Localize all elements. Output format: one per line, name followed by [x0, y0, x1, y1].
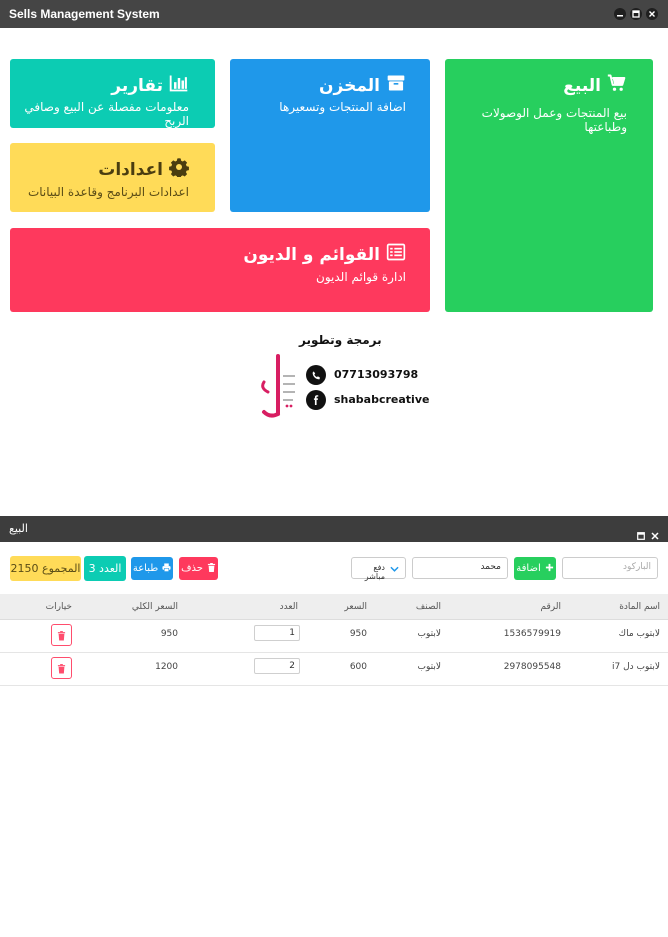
- header-name: اسم المادة: [619, 602, 660, 612]
- facebook-icon[interactable]: [306, 390, 326, 410]
- tile-sell-subtitle: بيع المنتجات وعمل الوصولات وطباعتها: [481, 106, 627, 134]
- delete-button[interactable]: حذف: [179, 557, 218, 580]
- trash-icon: [207, 562, 216, 575]
- header-category: الصنف: [415, 602, 441, 612]
- tile-debts-title-row: القوائم و الديون: [243, 242, 406, 267]
- header-total: السعر الكلي: [131, 602, 178, 612]
- cell-total: 1200: [155, 662, 178, 672]
- phone-number: 07713093798: [334, 368, 419, 381]
- sell-panel-title: البيع: [9, 522, 28, 535]
- quantity-input[interactable]: 1: [254, 625, 300, 641]
- panel-close-icon[interactable]: [651, 525, 659, 540]
- plus-icon: [545, 563, 554, 575]
- facebook-handle[interactable]: shababcreative: [334, 393, 429, 406]
- tile-settings-subtitle: اعدادات البرنامج وقاعدة البيانات: [27, 185, 189, 199]
- table-row: لابتوب دل i7 2978095548 لابتوب 600 2 120…: [0, 653, 668, 686]
- row-delete-button[interactable]: [51, 657, 72, 679]
- cell-number: 2978095548: [503, 662, 561, 672]
- header-price: السعر: [344, 602, 367, 612]
- window-title: Sells Management System: [9, 7, 160, 21]
- tile-debts[interactable]: القوائم و الديون ادارة قوائم الديون: [10, 228, 430, 312]
- tile-settings[interactable]: اعدادات اعدادات البرنامج وقاعدة البيانات: [10, 143, 215, 212]
- cell-category: لابتوب: [417, 662, 441, 672]
- printer-icon: [162, 562, 171, 575]
- panel-maximize-icon[interactable]: [637, 525, 645, 540]
- header-quantity: العدد: [279, 602, 298, 612]
- cell-name: لابتوب دل i7: [612, 662, 660, 672]
- delete-label: حذف: [181, 563, 203, 574]
- header-number: الرقم: [540, 602, 561, 612]
- trash-icon: [57, 626, 66, 645]
- tile-store-subtitle: اضافة المنتجات وتسعيرها: [279, 100, 406, 114]
- tile-sell[interactable]: البيع بيع المنتجات وعمل الوصولات وطباعته…: [445, 59, 653, 312]
- tile-sell-title: البيع: [563, 75, 601, 96]
- table-row: لابتوب ماك 1536579919 لابتوب 950 1 950: [0, 620, 668, 653]
- tile-store-title-row: المخزن: [319, 73, 406, 98]
- add-label: اضافة: [516, 563, 541, 574]
- gear-icon: [169, 157, 189, 182]
- print-label: طباعة: [132, 563, 159, 574]
- maximize-button[interactable]: [630, 8, 642, 20]
- cell-total: 950: [160, 629, 178, 639]
- cell-category: لابتوب: [417, 629, 441, 639]
- trash-icon: [57, 659, 66, 678]
- tile-store[interactable]: المخزن اضافة المنتجات وتسعيرها: [230, 59, 430, 212]
- cell-number: 1536579919: [503, 629, 561, 639]
- brand-logo: [256, 354, 298, 420]
- sell-panel-titlebar: البيع: [0, 516, 668, 542]
- barcode-field[interactable]: [562, 557, 658, 579]
- tile-debts-subtitle: ادارة قوائم الديون: [316, 270, 406, 284]
- list-icon: [386, 242, 406, 267]
- total-badge: المجموع 2150: [10, 556, 81, 581]
- phone-icon: [306, 365, 326, 385]
- tile-settings-title-row: اعدادات: [98, 157, 189, 182]
- print-button[interactable]: طباعة: [131, 557, 173, 580]
- barcode-input[interactable]: [569, 562, 651, 572]
- tile-settings-title: اعدادات: [98, 159, 163, 180]
- tile-store-title: المخزن: [319, 75, 380, 96]
- payment-select[interactable]: دفع مباشر: [351, 557, 406, 581]
- cell-name: لابتوب ماك: [618, 629, 660, 639]
- chevron-down-icon: [390, 565, 399, 574]
- count-badge: العدد 3: [84, 556, 126, 581]
- tile-debts-title: القوائم و الديون: [243, 244, 380, 265]
- tile-reports-title: تقارير: [111, 75, 163, 96]
- minimize-button[interactable]: [614, 8, 626, 20]
- customer-input[interactable]: [419, 562, 501, 572]
- table-header: اسم المادة الرقم الصنف السعر العدد السعر…: [0, 594, 668, 620]
- add-button[interactable]: اضافة: [514, 557, 556, 580]
- window-titlebar: Sells Management System: [0, 0, 668, 28]
- bar-chart-icon: [169, 73, 189, 98]
- quantity-input[interactable]: 2: [254, 658, 300, 674]
- cell-price: 950: [349, 629, 367, 639]
- credit-heading: برمجة وتطوير: [299, 333, 382, 347]
- tile-reports-title-row: تقارير: [111, 73, 189, 98]
- close-button[interactable]: [646, 8, 658, 20]
- tile-reports-subtitle: معلومات مفصلة عن البيع وصافي الربح: [24, 100, 189, 128]
- cart-icon: [607, 73, 627, 98]
- box-icon: [386, 73, 406, 98]
- row-delete-button[interactable]: [51, 624, 72, 646]
- customer-field[interactable]: [412, 557, 508, 579]
- header-options: خيارات: [45, 602, 72, 612]
- tile-reports[interactable]: تقارير معلومات مفصلة عن البيع وصافي الرب…: [10, 59, 215, 128]
- tile-sell-title-row: البيع: [563, 73, 627, 98]
- payment-select-value: دفع مباشر: [364, 563, 385, 581]
- cell-price: 600: [349, 662, 367, 672]
